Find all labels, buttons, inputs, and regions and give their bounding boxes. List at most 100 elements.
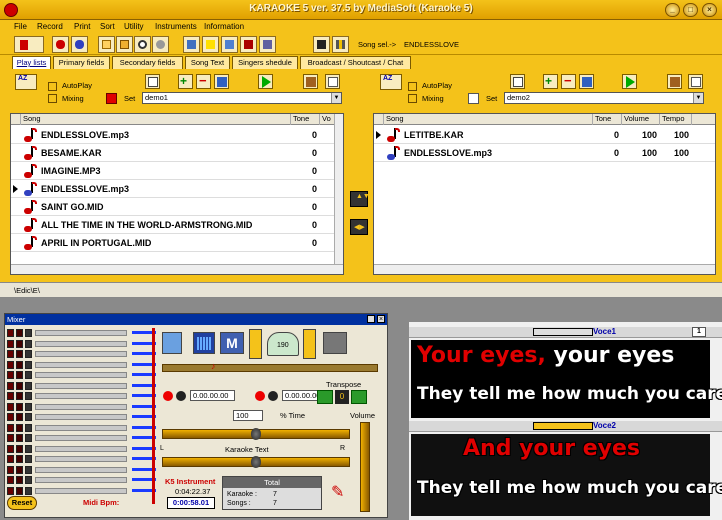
remove-button-left[interactable]: − xyxy=(196,73,211,89)
header-tone-right[interactable]: Tone xyxy=(593,114,622,125)
solo-led[interactable] xyxy=(16,360,23,369)
mute-led[interactable] xyxy=(7,392,14,400)
header-tone[interactable]: Tone xyxy=(291,114,320,125)
menu-instruments[interactable]: Instruments xyxy=(155,22,197,31)
scrollbar-horizontal-left[interactable] xyxy=(11,264,343,274)
move-up-down-button[interactable]: ▲▼ xyxy=(350,191,370,207)
tab-play-lists[interactable]: Play lists xyxy=(12,56,51,69)
table-row[interactable]: SAINT GO.MID 0 xyxy=(11,198,334,216)
menu-file[interactable]: File xyxy=(14,22,27,31)
record-dot-2[interactable] xyxy=(255,391,265,401)
video-button[interactable] xyxy=(221,36,238,53)
header-song-right[interactable]: Song xyxy=(384,114,593,125)
wave-button[interactable] xyxy=(162,332,182,354)
save-button-left[interactable] xyxy=(214,74,229,89)
midi-button[interactable]: M xyxy=(220,332,244,354)
voice-counter[interactable]: 1 xyxy=(692,327,706,337)
mixer-channel[interactable] xyxy=(7,423,157,433)
table-row[interactable]: ALL THE TIME IN THE WORLD-ARMSTRONG.MID 0 xyxy=(11,216,334,234)
autoplay-checkbox-left[interactable] xyxy=(48,82,57,91)
mute-led[interactable] xyxy=(7,329,14,337)
add-button-right[interactable]: + xyxy=(543,74,558,89)
mixer-channel[interactable] xyxy=(7,370,157,380)
mute-led[interactable] xyxy=(7,444,14,453)
pause-button[interactable] xyxy=(332,36,349,53)
table-row[interactable]: IMAGINE.MP3 0 xyxy=(11,162,334,180)
solo-led[interactable] xyxy=(16,423,23,432)
maximize-button[interactable]: □ xyxy=(683,3,698,17)
table-row[interactable]: ENDLESSLOVE.mp3 0 100 100 xyxy=(374,144,715,162)
stop-button[interactable] xyxy=(313,36,330,53)
scrollbar-vertical-left[interactable] xyxy=(334,114,343,264)
menu-utility[interactable]: Utility xyxy=(124,22,144,31)
mixer-channel[interactable] xyxy=(7,381,157,391)
tempo-gauge[interactable]: 190 xyxy=(267,332,299,356)
tab-broadcast[interactable]: Broadcast / Shoutcast / Chat xyxy=(300,56,411,69)
mixer-channel[interactable] xyxy=(7,444,157,454)
solo-led[interactable] xyxy=(16,465,23,474)
open-folder-button[interactable] xyxy=(116,36,133,53)
scrollbar-horizontal-right[interactable] xyxy=(374,264,715,274)
tab-song-text[interactable]: Song Text xyxy=(185,56,230,69)
balance-slider-knob[interactable] xyxy=(251,456,261,468)
reset-button[interactable]: Reset xyxy=(7,496,37,510)
solo-led[interactable] xyxy=(16,413,23,421)
mute-led[interactable] xyxy=(7,423,14,432)
time-slider[interactable] xyxy=(162,428,350,440)
solo-led[interactable] xyxy=(16,444,23,453)
search-button[interactable] xyxy=(134,36,151,53)
mixing-checkbox-right[interactable] xyxy=(408,94,417,103)
transfer-button[interactable]: ◀▶ xyxy=(350,219,368,235)
edit-list-button-right[interactable] xyxy=(510,74,525,89)
mute-led[interactable] xyxy=(7,402,14,411)
mute-led[interactable] xyxy=(7,371,14,379)
solo-led[interactable] xyxy=(16,329,23,337)
set-select-left[interactable]: demo1 ▼ xyxy=(142,92,342,104)
mixer-channel[interactable] xyxy=(7,465,157,475)
mute-led[interactable] xyxy=(7,350,14,358)
mixer-channel[interactable] xyxy=(7,349,157,359)
transpose-down-button[interactable] xyxy=(317,390,333,404)
star-button[interactable] xyxy=(202,36,219,53)
header-tempo-right[interactable]: Tempo xyxy=(660,114,692,125)
menu-record[interactable]: Record xyxy=(37,22,63,31)
clear-button-left[interactable] xyxy=(325,74,340,89)
mute-led[interactable] xyxy=(7,455,14,463)
sort-az-button[interactable]: AZ xyxy=(15,74,37,90)
time-percent-input[interactable]: 100 xyxy=(233,410,263,421)
volume-slider[interactable] xyxy=(360,422,370,512)
tool-menu-button[interactable] xyxy=(14,36,44,53)
solo-led[interactable] xyxy=(16,476,23,484)
mute-led[interactable] xyxy=(7,486,14,495)
balance-slider[interactable] xyxy=(162,456,350,468)
solo-led[interactable] xyxy=(16,381,23,390)
mixer-channel[interactable] xyxy=(7,360,157,370)
record-dot-1[interactable] xyxy=(163,391,173,401)
mixing-checkbox-left[interactable] xyxy=(48,94,57,103)
mixer-channel[interactable] xyxy=(7,486,157,496)
solo-led[interactable] xyxy=(16,392,23,400)
table-row[interactable]: LETITBE.KAR 0 100 100 xyxy=(374,126,715,144)
edit-list-button-left[interactable] xyxy=(145,74,160,89)
mixer-close-button[interactable]: × xyxy=(377,315,385,323)
mixer-channel[interactable] xyxy=(7,402,157,412)
note-red-button[interactable] xyxy=(52,36,69,53)
table-row[interactable]: APRIL IN PORTUGAL.MID 0 xyxy=(11,234,334,252)
solo-led[interactable] xyxy=(16,350,23,358)
header-song[interactable]: Song xyxy=(21,114,291,125)
minimize-button[interactable]: _ xyxy=(665,3,680,17)
play-button-left[interactable] xyxy=(258,74,273,89)
mute-led[interactable] xyxy=(7,339,14,348)
header-volume-right[interactable]: Volume xyxy=(622,114,660,125)
transpose-up-button[interactable] xyxy=(351,390,367,404)
mixer-channel[interactable] xyxy=(7,339,157,349)
stop-dot-1[interactable] xyxy=(176,391,186,401)
time-box-1[interactable]: 0.00.00.00 xyxy=(190,390,235,401)
display-button[interactable] xyxy=(259,36,276,53)
options-button[interactable] xyxy=(323,332,347,354)
mixer-channel[interactable] xyxy=(7,454,157,464)
mixer-channel[interactable] xyxy=(7,412,157,422)
solo-led[interactable] xyxy=(16,339,23,348)
note-blue-button[interactable] xyxy=(71,36,88,53)
new-button[interactable] xyxy=(98,36,115,53)
